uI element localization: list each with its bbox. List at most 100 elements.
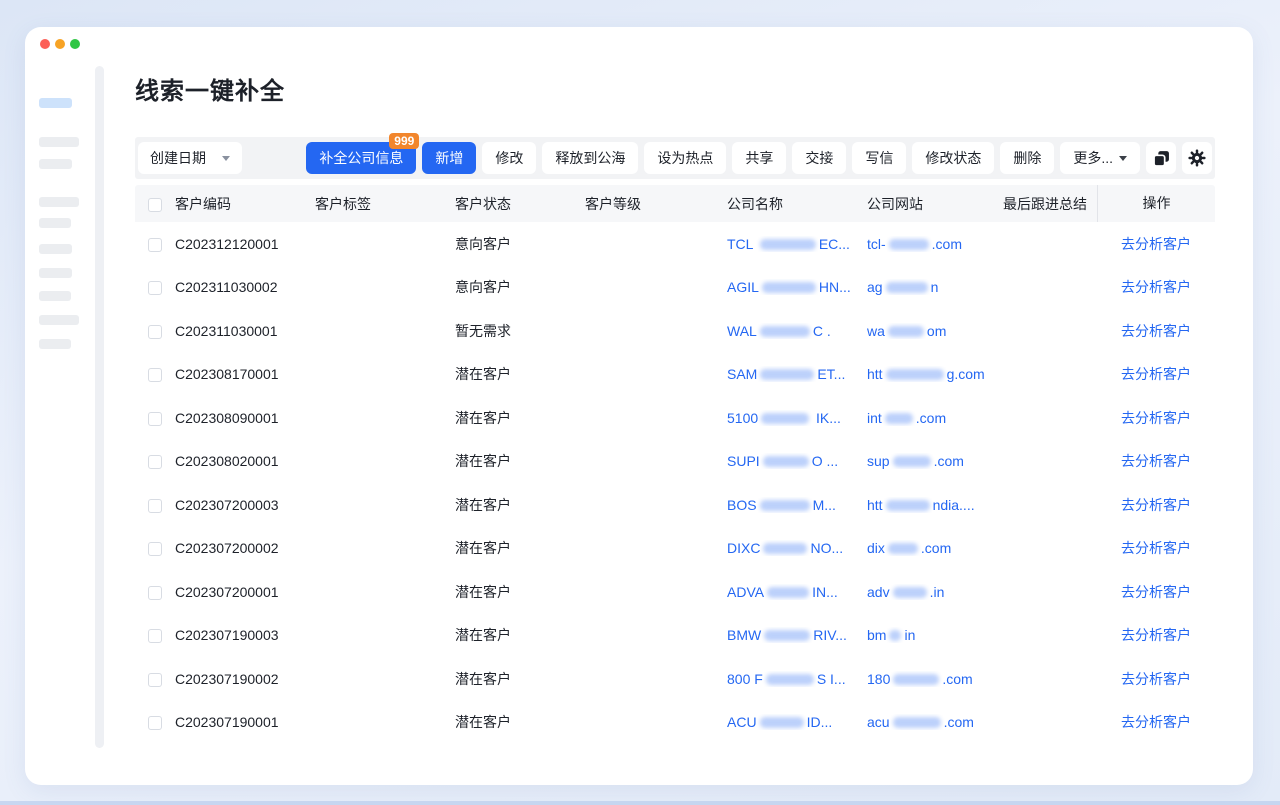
theme-switch-button[interactable]: [1146, 142, 1176, 174]
analyze-customer-link[interactable]: 去分析客户: [1121, 540, 1191, 556]
toolbar-button[interactable]: 交接: [792, 142, 846, 174]
toolbar-button[interactable]: 释放到公海: [542, 142, 638, 174]
toolbar-button[interactable]: 设为热点: [644, 142, 726, 174]
row-checkbox[interactable]: [148, 325, 162, 339]
company-name-link[interactable]: SUPIO ...: [727, 453, 838, 469]
customer-code: C202308020001: [175, 453, 315, 469]
row-checkbox[interactable]: [148, 281, 162, 295]
sidebar-skeleton-item: [39, 197, 79, 207]
row-checkbox[interactable]: [148, 368, 162, 382]
customer-code: C202311030001: [175, 323, 315, 339]
action-cell: 去分析客户: [1097, 495, 1215, 515]
company-website-link[interactable]: tcl-.com: [867, 236, 962, 252]
zoom-window-button[interactable]: [70, 39, 80, 49]
row-checkbox[interactable]: [148, 629, 162, 643]
row-checkbox[interactable]: [148, 412, 162, 426]
company-website-link-cell: bmin: [867, 627, 1003, 643]
row-checkbox[interactable]: [148, 238, 162, 252]
company-website-link[interactable]: sup.com: [867, 453, 964, 469]
add-button[interactable]: 新增: [422, 142, 476, 174]
redacted-blur: [886, 369, 944, 380]
column-header: 最后跟进总结: [1003, 194, 1097, 214]
column-header: 客户标签: [315, 194, 455, 214]
company-website-link[interactable]: dix.com: [867, 540, 951, 556]
table-header: 客户编码客户标签客户状态客户等级公司名称公司网站最后跟进总结操作: [135, 185, 1215, 222]
customer-status: 潜在客户: [455, 712, 585, 732]
toolbar-button[interactable]: 修改: [482, 142, 536, 174]
redacted-blur: [761, 413, 809, 424]
company-name-link-cell: BOSM...: [727, 497, 867, 513]
select-all-checkbox[interactable]: [148, 198, 162, 212]
company-website-link[interactable]: waom: [867, 323, 946, 339]
checkbox-cell: [135, 279, 175, 295]
more-button-label: 更多...: [1073, 148, 1113, 168]
date-filter-dropdown[interactable]: 创建日期: [138, 142, 242, 174]
minimize-window-button[interactable]: [55, 39, 65, 49]
company-website-link[interactable]: 180.com: [867, 671, 973, 687]
checkbox-cell: [135, 584, 175, 600]
redacted-blur: [888, 326, 924, 337]
row-checkbox[interactable]: [148, 716, 162, 730]
company-name-link[interactable]: BMWRIV...: [727, 627, 847, 643]
action-cell: 去分析客户: [1097, 625, 1215, 645]
sidebar-item-active[interactable]: [39, 98, 72, 108]
company-name-link[interactable]: 5100 IK...: [727, 410, 841, 426]
analyze-customer-link[interactable]: 去分析客户: [1121, 671, 1191, 687]
toolbar-button[interactable]: 删除: [1000, 142, 1054, 174]
company-name-link[interactable]: WALC .: [727, 323, 831, 339]
toolbar-button[interactable]: 修改状态: [912, 142, 994, 174]
company-website-link[interactable]: adv.in: [867, 584, 944, 600]
analyze-customer-link[interactable]: 去分析客户: [1121, 279, 1191, 295]
company-website-link[interactable]: httg.com: [867, 366, 985, 382]
company-name-link[interactable]: 800 FS I...: [727, 671, 846, 687]
more-button[interactable]: 更多...: [1060, 142, 1140, 174]
company-name-link[interactable]: TCL EC...: [727, 236, 850, 252]
company-name-link[interactable]: ADVAIN...: [727, 584, 838, 600]
company-website-link-cell: waom: [867, 323, 1003, 339]
company-name-link[interactable]: DIXCNO...: [727, 540, 843, 556]
settings-button[interactable]: [1182, 142, 1212, 174]
analyze-customer-link[interactable]: 去分析客户: [1121, 714, 1191, 730]
redacted-blur: [893, 456, 931, 467]
company-website-link-cell: httndia....: [867, 497, 1003, 513]
toolbar-button[interactable]: 共享: [732, 142, 786, 174]
analyze-customer-link[interactable]: 去分析客户: [1121, 366, 1191, 382]
company-website-link[interactable]: acu.com: [867, 714, 974, 730]
window-controls: [40, 39, 80, 49]
redacted-blur: [760, 369, 814, 380]
row-checkbox[interactable]: [148, 499, 162, 513]
row-checkbox[interactable]: [148, 542, 162, 556]
analyze-customer-link[interactable]: 去分析客户: [1121, 236, 1191, 252]
customer-status: 潜在客户: [455, 669, 585, 689]
analyze-customer-link[interactable]: 去分析客户: [1121, 584, 1191, 600]
customer-status: 潜在客户: [455, 408, 585, 428]
row-checkbox[interactable]: [148, 673, 162, 687]
company-website-link[interactable]: bmin: [867, 627, 915, 643]
analyze-customer-link[interactable]: 去分析客户: [1121, 627, 1191, 643]
company-name-link[interactable]: ACUID...: [727, 714, 832, 730]
complete-company-info-label: 补全公司信息: [319, 148, 403, 168]
action-cell: 去分析客户: [1097, 364, 1215, 384]
redacted-blur: [760, 326, 810, 337]
redacted-blur: [893, 674, 939, 685]
customer-status: 潜在客户: [455, 625, 585, 645]
company-website-link[interactable]: agn: [867, 279, 938, 295]
company-website-link[interactable]: int.com: [867, 410, 946, 426]
company-website-link[interactable]: httndia....: [867, 497, 975, 513]
company-name-link[interactable]: BOSM...: [727, 497, 836, 513]
chevron-down-icon: [1119, 156, 1127, 161]
redacted-blur: [763, 543, 807, 554]
analyze-customer-link[interactable]: 去分析客户: [1121, 410, 1191, 426]
company-name-link[interactable]: SAMET...: [727, 366, 845, 382]
customer-status: 暂无需求: [455, 321, 585, 341]
complete-company-info-button[interactable]: 补全公司信息 999: [306, 142, 416, 174]
analyze-customer-link[interactable]: 去分析客户: [1121, 323, 1191, 339]
close-window-button[interactable]: [40, 39, 50, 49]
analyze-customer-link[interactable]: 去分析客户: [1121, 453, 1191, 469]
company-name-link[interactable]: AGILHN...: [727, 279, 851, 295]
sidebar-skeleton-item: [39, 291, 71, 301]
analyze-customer-link[interactable]: 去分析客户: [1121, 497, 1191, 513]
toolbar-button[interactable]: 写信: [852, 142, 906, 174]
row-checkbox[interactable]: [148, 586, 162, 600]
row-checkbox[interactable]: [148, 455, 162, 469]
